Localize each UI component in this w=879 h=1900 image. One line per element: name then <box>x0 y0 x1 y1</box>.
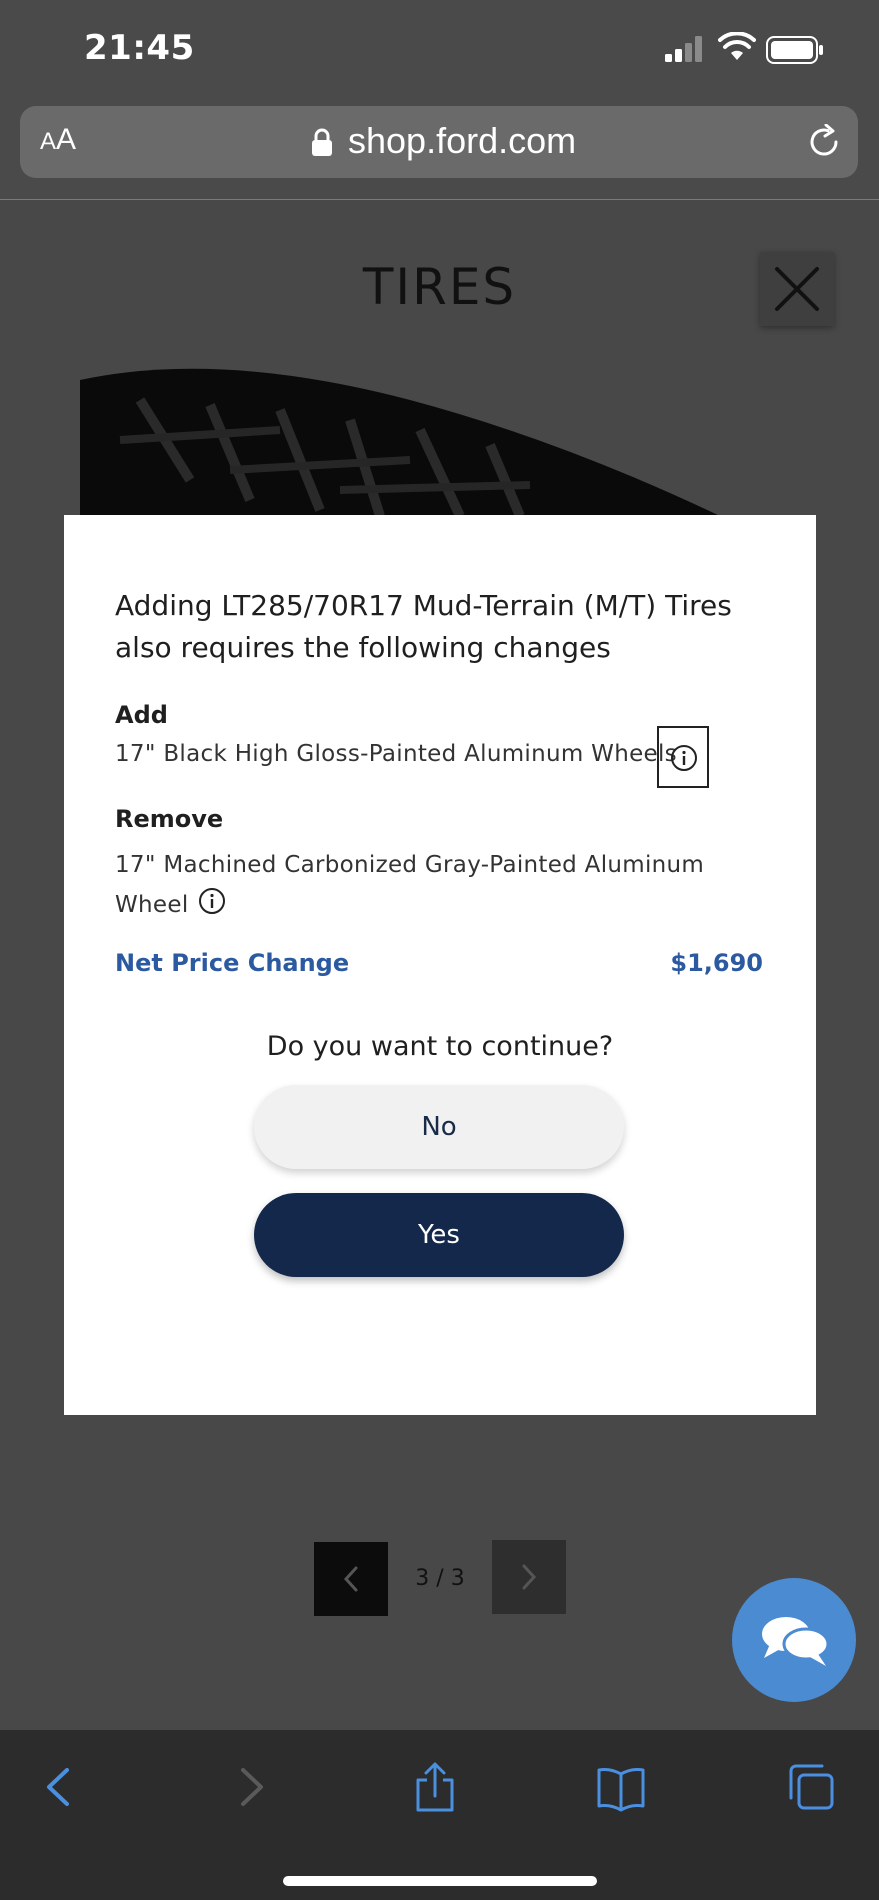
yes-button[interactable]: Yes <box>254 1193 624 1277</box>
tabs-icon[interactable] <box>786 1762 836 1812</box>
add-item-info-button[interactable] <box>657 726 709 788</box>
address-bar[interactable]: AA shop.ford.com <box>20 106 858 178</box>
page-title: TIRES <box>362 258 517 316</box>
net-price-label: Net Price Change <box>115 949 350 977</box>
remove-label: Remove <box>115 805 224 833</box>
browser-address-area: AA shop.ford.com <box>0 100 879 200</box>
chevron-right-icon <box>522 1564 537 1590</box>
signal-icon <box>665 36 702 62</box>
forward-icon[interactable] <box>225 1762 275 1812</box>
tire-image <box>80 368 720 516</box>
net-price-value: $1,690 <box>670 949 763 977</box>
remove-item-info-icon[interactable] <box>198 887 226 915</box>
back-icon[interactable] <box>35 1762 85 1812</box>
continue-question: Do you want to continue? <box>266 1031 614 1062</box>
status-time: 21:45 <box>84 28 195 68</box>
status-bar: 21:45 <box>0 0 879 100</box>
no-button[interactable]: No <box>254 1085 624 1169</box>
confirmation-dialog: Adding LT285/70R17 Mud-Terrain (M/T) Tir… <box>64 515 816 1415</box>
share-icon[interactable] <box>410 1762 460 1812</box>
reader-settings-button[interactable]: AA <box>40 123 76 157</box>
battery-icon <box>766 36 823 64</box>
chat-button[interactable] <box>732 1578 856 1702</box>
info-icon <box>671 745 697 771</box>
reload-icon[interactable] <box>806 124 842 160</box>
wifi-icon <box>718 32 756 60</box>
previous-image-button[interactable] <box>314 1542 388 1616</box>
next-image-button[interactable] <box>492 1540 566 1614</box>
browser-toolbar <box>0 1730 879 1900</box>
image-pager: 3 / 3 <box>312 1540 568 1616</box>
url-text[interactable]: shop.ford.com <box>348 120 576 162</box>
lock-icon <box>312 128 332 156</box>
bookmarks-icon[interactable] <box>596 1762 646 1812</box>
add-item: 17" Black High Gloss-Painted Aluminum Wh… <box>115 741 677 767</box>
home-indicator <box>283 1876 597 1886</box>
close-button[interactable] <box>760 252 834 326</box>
add-label: Add <box>115 701 168 729</box>
close-icon <box>775 267 819 311</box>
chevron-left-icon <box>343 1566 358 1592</box>
dialog-heading: Adding LT285/70R17 Mud-Terrain (M/T) Tir… <box>115 589 732 664</box>
pager-count: 3 / 3 <box>415 1566 465 1591</box>
chat-icon <box>762 1617 830 1666</box>
